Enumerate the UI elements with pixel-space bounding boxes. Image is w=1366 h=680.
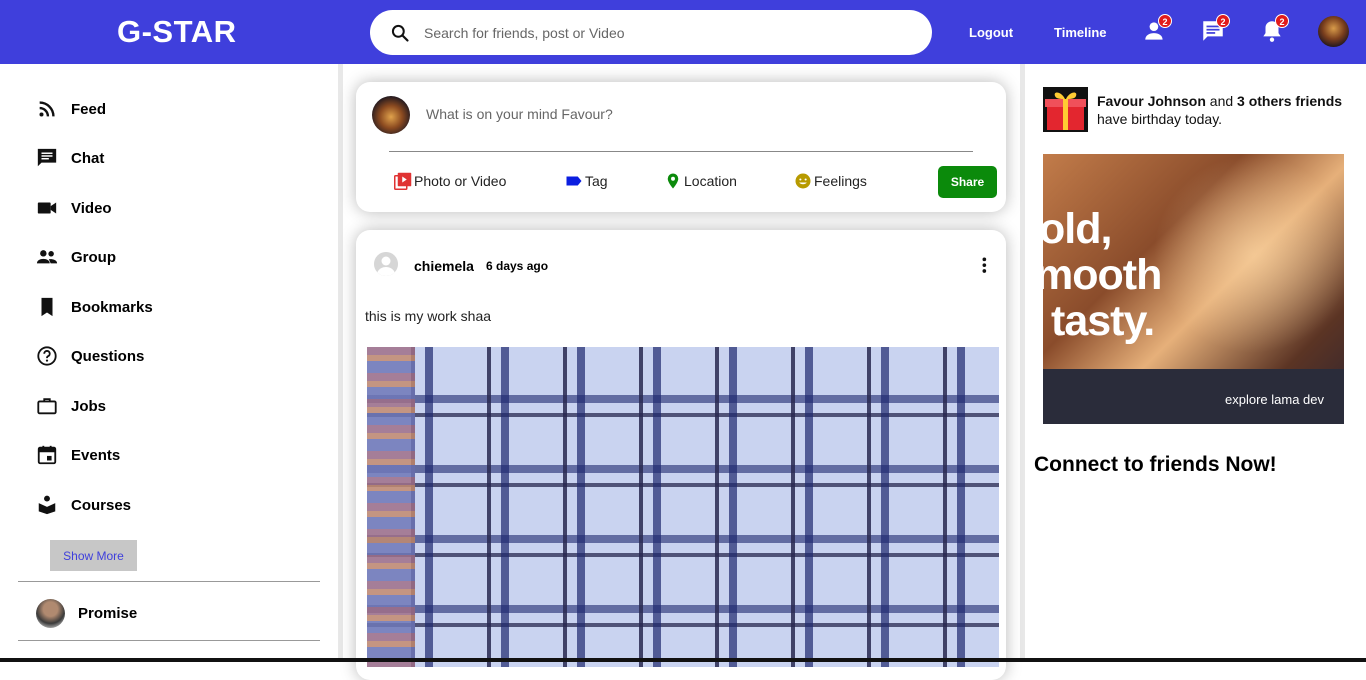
group-icon <box>36 250 58 264</box>
sidebar-item-label: Jobs <box>71 397 107 415</box>
post-card: chiemela 6 days ago this is my work shaa <box>356 230 1006 680</box>
ad-tagline-line: old, <box>1043 205 1112 253</box>
post-timestamp: 6 days ago <box>486 259 549 273</box>
avatar[interactable] <box>374 252 398 276</box>
school-icon <box>38 495 56 515</box>
rss-icon <box>39 101 55 117</box>
sidebar-item-label: Chat <box>71 149 105 167</box>
birthday-notice: Favour Johnson and 3 others friends have… <box>1097 92 1347 128</box>
top-bar: G-STAR Logout Timeline 2 2 2 <box>0 0 1366 64</box>
friend-requests-button[interactable]: 2 <box>1142 14 1172 44</box>
bookmark-icon <box>41 297 53 317</box>
share-button[interactable]: Share <box>938 166 997 198</box>
calendar-icon <box>37 445 57 465</box>
ad-tagline-line: mooth <box>1043 251 1162 299</box>
sidebar-item-events[interactable]: Events <box>36 443 120 467</box>
sidebar-item-video[interactable]: Video <box>36 196 112 220</box>
friend-requests-badge: 2 <box>1158 14 1172 28</box>
feelings-option[interactable]: Feelings <box>794 172 867 190</box>
sidebar-item-courses[interactable]: Courses <box>36 493 131 517</box>
sidebar-item-label: Feed <box>71 100 107 118</box>
feelings-label: Feelings <box>814 173 867 189</box>
location-label: Location <box>684 173 737 189</box>
sidebar-item-label: Questions <box>71 347 145 365</box>
messages-badge: 2 <box>1216 14 1230 28</box>
birthday-and: and <box>1209 93 1234 109</box>
right-sidebar: Favour Johnson and 3 others friends have… <box>1025 64 1366 662</box>
briefcase-icon <box>37 398 57 415</box>
timeline-link[interactable]: Timeline <box>1054 25 1107 40</box>
location-option[interactable]: Location <box>664 172 737 190</box>
ad-glow <box>1153 154 1344 354</box>
notifications-button[interactable]: 2 <box>1259 14 1289 44</box>
post-text: this is my work shaa <box>365 308 492 324</box>
video-icon <box>37 202 57 214</box>
advertisement-image[interactable]: old, mooth tasty. explore lama dev <box>1043 154 1344 424</box>
sidebar-item-bookmarks[interactable]: Bookmarks <box>36 295 153 319</box>
sidebar-item-jobs[interactable]: Jobs <box>36 394 106 418</box>
messages-button[interactable]: 2 <box>1200 14 1230 44</box>
sidebar-item-label: Video <box>71 199 112 217</box>
avatar <box>36 599 65 628</box>
gift-icon <box>1043 87 1088 132</box>
show-more-button[interactable]: Show More <box>50 540 137 571</box>
left-sidebar: Feed Chat Video Group Bookmarks Question… <box>0 64 338 662</box>
tag-icon <box>566 176 582 186</box>
tag-label: Tag <box>585 173 608 189</box>
status-input[interactable] <box>426 106 966 122</box>
share-divider <box>389 151 973 152</box>
default-avatar-icon <box>374 252 398 276</box>
photo-video-option[interactable]: Photo or Video <box>394 172 506 190</box>
profile-avatar[interactable] <box>1318 16 1349 47</box>
sidebar-divider <box>18 640 320 641</box>
sidebar-item-questions[interactable]: Questions <box>36 344 144 368</box>
photo-video-label: Photo or Video <box>414 173 507 189</box>
bottom-edge <box>0 658 1366 662</box>
chat-icon <box>37 148 57 167</box>
friend-name: Promise <box>78 605 138 622</box>
search-bar[interactable] <box>370 10 932 55</box>
sidebar-item-feed[interactable]: Feed <box>36 97 106 121</box>
sidebar-item-chat[interactable]: Chat <box>36 146 104 170</box>
sidebar-item-label: Courses <box>71 496 132 514</box>
location-pin-icon <box>667 173 679 189</box>
birthday-suffix: have birthday today. <box>1097 111 1223 127</box>
sidebar-item-group[interactable]: Group <box>36 245 116 269</box>
tag-option[interactable]: Tag <box>565 172 608 190</box>
sidebar-item-label: Events <box>71 446 121 464</box>
search-icon <box>391 24 409 42</box>
ad-tagline-line: tasty. <box>1051 297 1155 345</box>
help-circle-icon <box>37 346 57 366</box>
connect-heading: Connect to friends Now! <box>1034 453 1277 476</box>
ad-tagline: old, mooth tasty. <box>1043 205 1162 345</box>
ad-caption: explore lama dev <box>1225 392 1324 407</box>
sidebar-item-label: Group <box>71 248 116 266</box>
sidebar-divider <box>18 581 320 582</box>
search-input[interactable] <box>424 20 904 46</box>
share-card: Photo or Video Tag Location Feelings Sha… <box>356 82 1006 212</box>
notifications-badge: 2 <box>1275 14 1289 28</box>
logout-link[interactable]: Logout <box>969 25 1013 40</box>
app-logo[interactable]: G-STAR <box>117 14 237 50</box>
post-username[interactable]: chiemela <box>414 258 474 274</box>
avatar <box>372 96 410 134</box>
sidebar-item-label: Bookmarks <box>71 298 153 316</box>
birthday-others[interactable]: 3 others friends <box>1237 93 1342 109</box>
post-image-edge <box>367 347 415 667</box>
birthday-name[interactable]: Favour Johnson <box>1097 93 1206 109</box>
friend-list-item[interactable]: Promise <box>36 599 137 628</box>
more-vert-icon[interactable] <box>976 256 996 276</box>
post-image[interactable] <box>367 347 999 667</box>
photo-library-icon <box>394 172 412 190</box>
smiley-icon <box>795 173 811 189</box>
